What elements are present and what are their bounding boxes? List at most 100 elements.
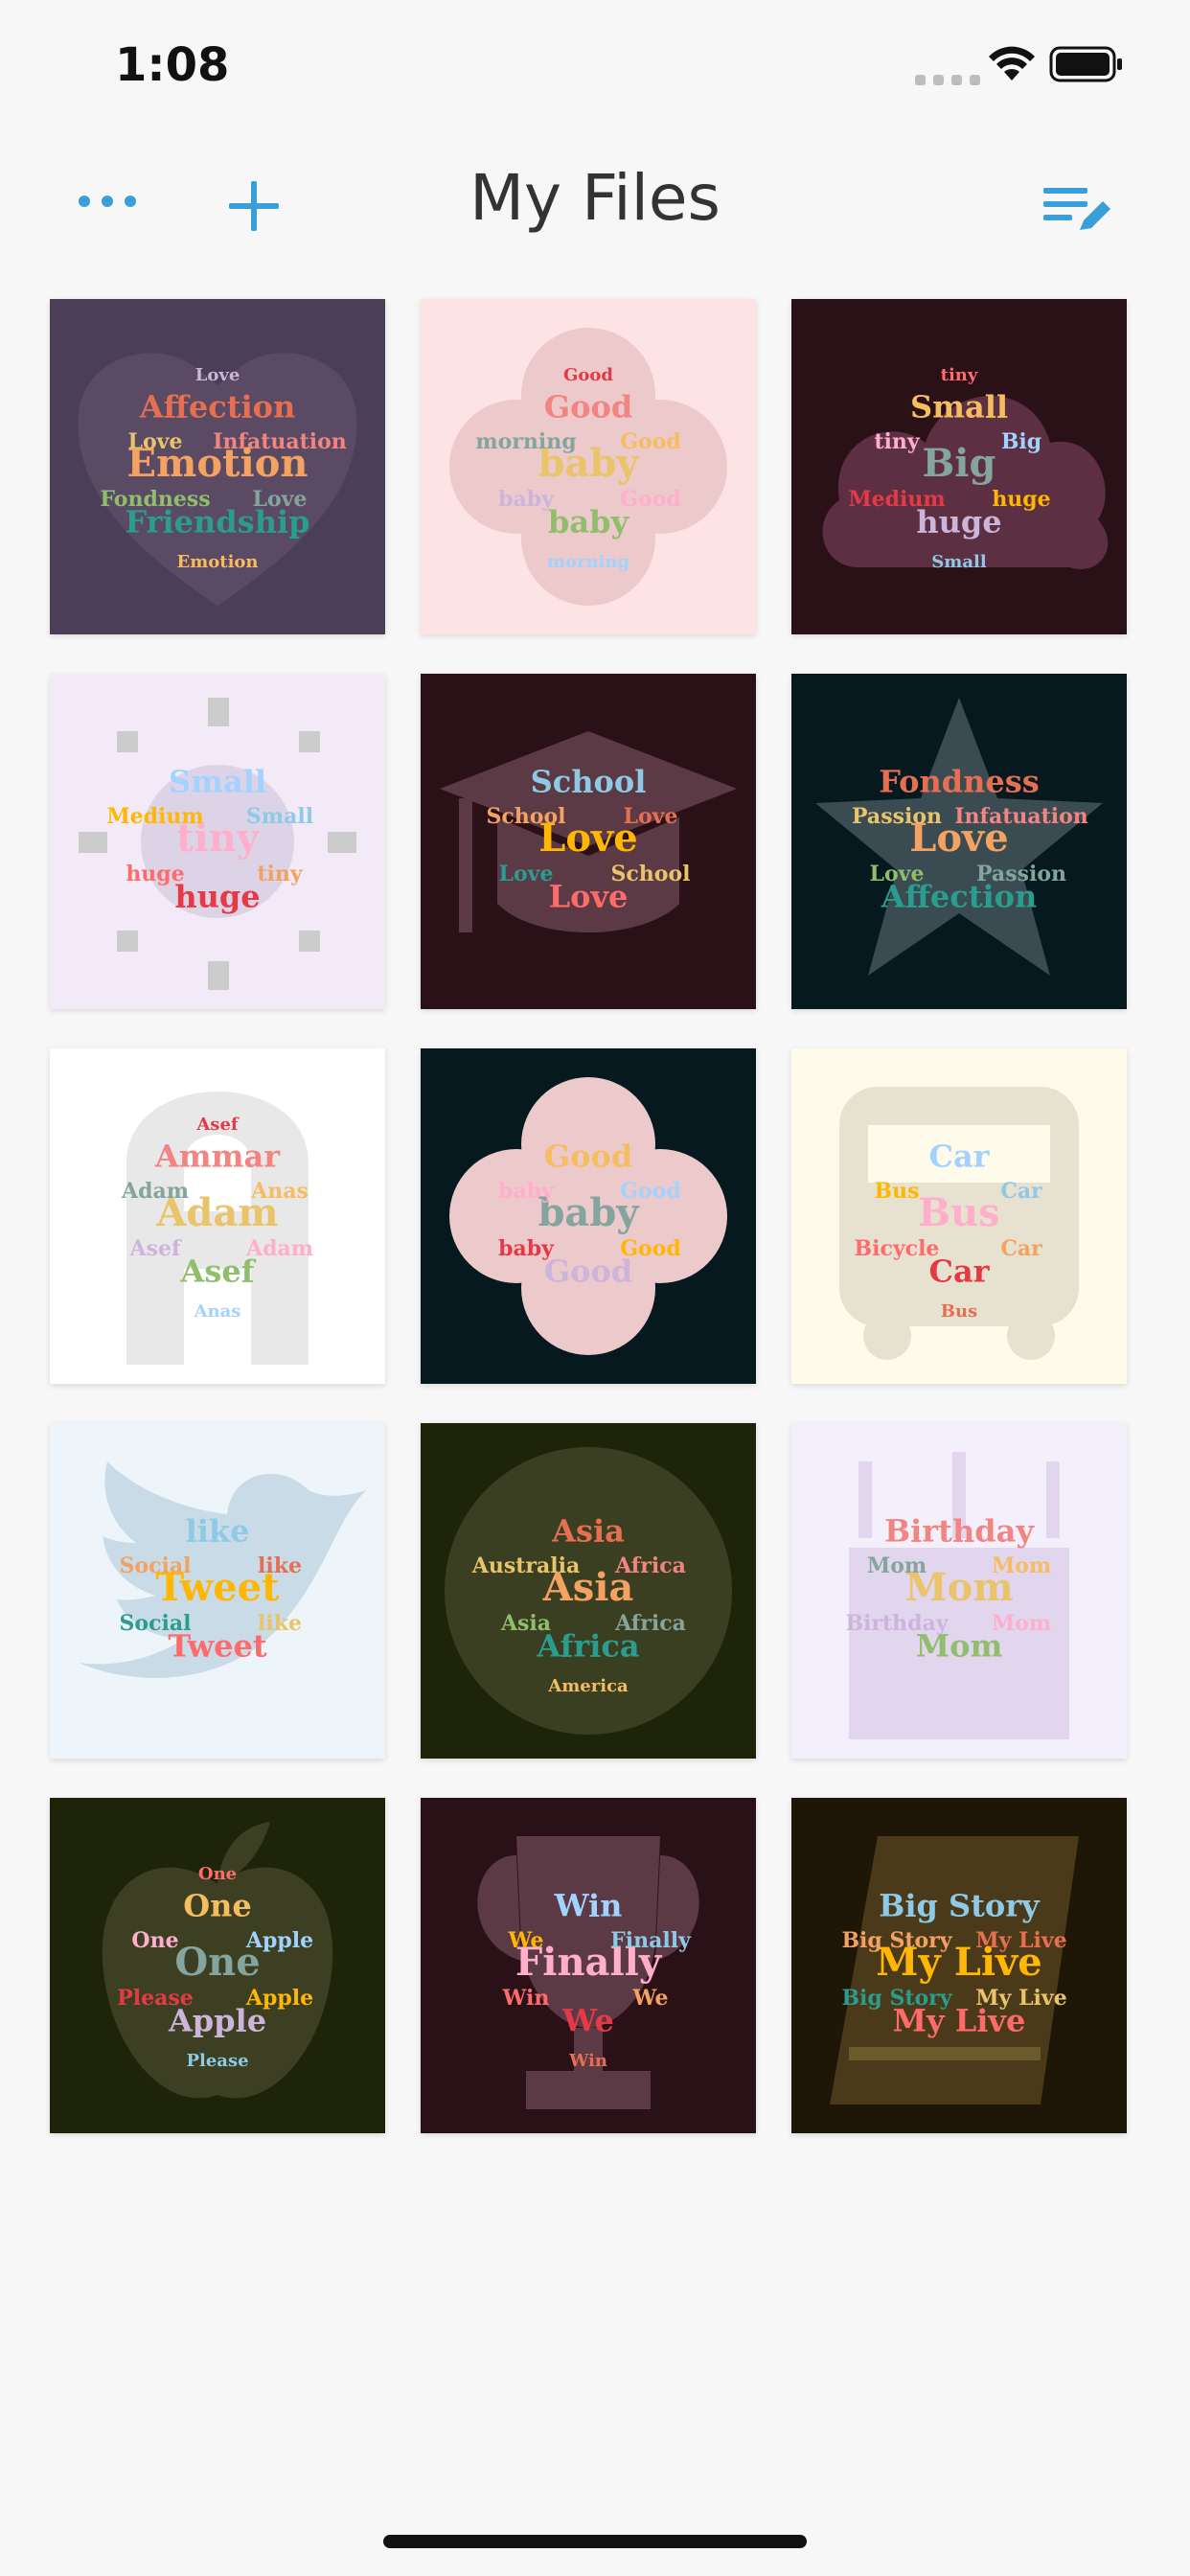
word-cloud-word: Social xyxy=(120,1553,192,1578)
word-cloud-word: Good xyxy=(544,389,632,426)
file-thumbnail-flower-pink[interactable]: baby Good baby morning Good baby Good morning Go… xyxy=(421,299,756,634)
word-cloud-word: morning xyxy=(475,429,576,454)
word-cloud-word: Finally xyxy=(610,1928,692,1953)
word-cloud-flower-shape: babyGoodGoodbaby Goodbaby Good xyxy=(449,1077,727,1355)
word-cloud-word: Birthday xyxy=(884,1513,1035,1550)
word-cloud-word: Love xyxy=(195,365,240,385)
word-cloud-word: tiny xyxy=(941,365,978,385)
word-cloud-word: Medium xyxy=(848,487,945,512)
word-cloud-word: Car xyxy=(1000,1236,1042,1261)
word-cloud-word: Asef xyxy=(180,1254,257,1290)
word-cloud-word: Mom xyxy=(867,1553,927,1578)
word-cloud-word: Love xyxy=(870,862,925,886)
file-thumbnail-star[interactable]: Love Fondness Affection Passion Infatuation L… xyxy=(791,674,1127,1009)
word-cloud-word: Asef xyxy=(195,1115,240,1135)
home-indicator xyxy=(383,2535,807,2548)
word-cloud-word: Big Story xyxy=(841,1928,952,1953)
battery-icon xyxy=(1049,46,1122,82)
word-cloud-word: Big Story xyxy=(879,1888,1041,1924)
file-thumbnail-apple[interactable]: One One Apple One Apple Please Apple Please One xyxy=(50,1798,385,2133)
wifi-icon xyxy=(989,46,1035,80)
word-cloud-word: Big xyxy=(923,441,996,486)
word-cloud-word: America xyxy=(547,1676,629,1696)
file-thumbnail-letter-a[interactable]: Adam Ammar Asef Adam Anas Asef Adam Anas Asef xyxy=(50,1048,385,1384)
word-cloud-graduation-cap: LoveSchoolLoveSchool LoveLove School xyxy=(440,731,737,932)
file-thumbnail-heart[interactable]: Emotion Affection Friendship Love Infatuatio… xyxy=(50,299,385,634)
word-cloud-word: huge xyxy=(992,487,1050,512)
file-thumbnail-bird[interactable]: Tweet like Tweet Social like Social like xyxy=(50,1423,385,1759)
file-thumbnail-book[interactable]: My Live Big Story My Live Big Story My Live B… xyxy=(791,1798,1127,2133)
word-cloud-word: Good xyxy=(620,1179,681,1204)
word-cloud-word: School xyxy=(487,804,566,829)
file-thumbnail-globe[interactable]: Asia Asia Africa Australia Africa Asia Africa A… xyxy=(421,1423,756,1759)
word-cloud-word: Win xyxy=(502,1986,550,2011)
edit-list-button[interactable] xyxy=(1035,171,1121,247)
word-cloud-word: Passion xyxy=(976,862,1066,886)
word-cloud-word: School xyxy=(531,764,647,800)
word-cloud-word: Australia xyxy=(471,1553,580,1578)
word-cloud-word: Anas xyxy=(194,1301,241,1322)
page-title: My Files xyxy=(469,161,721,235)
word-cloud-word: like xyxy=(258,1611,302,1636)
word-cloud-word: Love xyxy=(624,804,678,829)
word-cloud-word: Win xyxy=(568,2051,607,2071)
word-cloud-word: Apple xyxy=(245,1928,313,1953)
word-cloud-word: Love xyxy=(128,429,183,454)
file-thumbnail-cake[interactable]: Mom Birthday Mom Mom Mom Birthday Mom xyxy=(791,1423,1127,1759)
word-cloud-word: Adam xyxy=(121,1179,189,1204)
word-cloud-apple-shape: OneOneAppleOne ApplePlease ApplePleaseOne xyxy=(102,1822,333,2099)
word-cloud-word: huge xyxy=(126,862,184,886)
word-cloud-word: Good xyxy=(620,429,681,454)
word-cloud-word: Big xyxy=(1001,429,1041,454)
word-cloud-word: Car xyxy=(1000,1179,1042,1204)
word-cloud-sun-shape: tinySmallhugeMedium Smallhuge tiny xyxy=(79,698,356,990)
word-cloud-word: Medium xyxy=(106,804,203,829)
word-cloud-bus-shape: BusCarCarBus CarBicycle CarBus xyxy=(839,1087,1079,1360)
word-cloud-heart-shape: EmotionAffectionFriendshipLove Infatuatio… xyxy=(78,353,357,606)
word-cloud-word: Infatuation xyxy=(213,429,347,454)
word-cloud-word: Please xyxy=(186,2051,248,2071)
word-cloud-word: We xyxy=(632,1986,669,2011)
word-cloud-word: morning xyxy=(547,552,630,572)
word-cloud-word: My Live xyxy=(975,1986,1066,2011)
word-cloud-word: Africa xyxy=(614,1611,686,1636)
word-cloud-bird-shape: TweetlikeTweetSocial likeSocial like xyxy=(79,1461,366,1678)
word-cloud-word: Asef xyxy=(129,1236,182,1261)
word-cloud-word: Love xyxy=(253,487,308,512)
word-cloud-word: Social xyxy=(120,1611,192,1636)
file-grid: Emotion Affection Friendship Love Infatuatio… xyxy=(50,299,1127,2133)
word-cloud-word: Good xyxy=(563,365,613,385)
word-cloud-word: One xyxy=(183,1888,252,1924)
word-cloud-flower-shape: babyGoodbabymorning Goodbaby GoodmorningGo… xyxy=(449,328,727,606)
word-cloud-word: Bicycle xyxy=(855,1236,940,1261)
word-cloud-word: like xyxy=(258,1553,302,1578)
word-cloud-cake-shape: MomBirthdayMomMom MomBirthday Mom xyxy=(845,1452,1069,1739)
word-cloud-word: Good xyxy=(620,1236,681,1261)
word-cloud-word: Car xyxy=(928,1138,990,1175)
file-thumbnail-bus[interactable]: Bus Car Car Bus Car Bicycle Car Bus xyxy=(791,1048,1127,1384)
file-thumbnail-flower-dark[interactable]: baby Good Good baby Good baby Good xyxy=(421,1048,756,1384)
word-cloud-word: Africa xyxy=(614,1553,686,1578)
word-cloud-word: Good xyxy=(620,487,681,512)
word-cloud-word: Bus xyxy=(941,1301,977,1322)
word-cloud-word: My Live xyxy=(975,1928,1066,1953)
word-cloud-word: huge xyxy=(174,879,260,915)
status-bar: 1:08 xyxy=(0,0,1190,134)
word-cloud-word: Adam xyxy=(245,1236,313,1261)
word-cloud-word: Affection xyxy=(139,389,295,426)
status-time: 1:08 xyxy=(115,38,230,92)
word-cloud-globe-shape: AsiaAsiaAfricaAustralia AfricaAsia AfricaA… xyxy=(445,1447,732,1735)
word-cloud-word: Small xyxy=(169,764,266,800)
file-thumbnail-grad-cap[interactable]: Love School Love School Love Love School xyxy=(421,674,756,1009)
word-cloud-word: We xyxy=(508,1928,544,1953)
word-cloud-word: Bus xyxy=(875,1179,920,1204)
word-cloud-word: School xyxy=(611,862,691,886)
word-cloud-star-shape: LoveFondnessAffectionPassion InfatuationL… xyxy=(815,698,1103,976)
file-thumbnail-cloud[interactable]: Big Small huge tiny Big Medium huge Small tiny xyxy=(791,299,1127,634)
word-cloud-word: Win xyxy=(554,1888,623,1924)
word-cloud-word: like xyxy=(186,1513,250,1550)
file-thumbnail-trophy[interactable]: Finally Win We We Finally Win We Win xyxy=(421,1798,756,2133)
word-cloud-word: One xyxy=(198,1864,237,1884)
word-cloud-word: Big Story xyxy=(841,1986,952,2011)
file-thumbnail-sun-arm[interactable]: tiny Small huge Medium Small huge tiny xyxy=(50,674,385,1009)
